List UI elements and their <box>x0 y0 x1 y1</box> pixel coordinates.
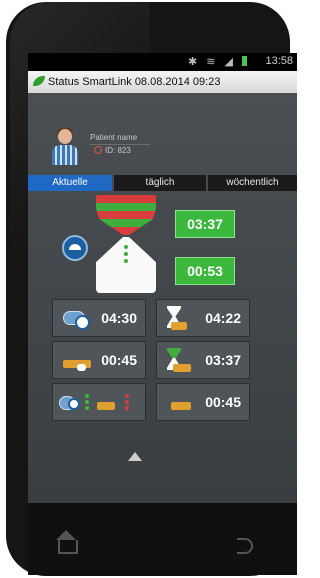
hourglass-graphic <box>96 195 156 293</box>
status-bar: ✱ ≋ ◢ 13:58 <box>28 53 297 71</box>
bed-icon <box>171 322 187 330</box>
tile-bed-cup[interactable]: 00:45 <box>52 341 146 379</box>
tab-bar: Aktuelle täglich wöchentlich <box>28 175 297 191</box>
status-dot-green <box>85 406 89 410</box>
scroll-up-arrow-icon[interactable] <box>128 452 142 461</box>
bed-icon <box>173 364 191 372</box>
bed-icon <box>97 402 115 410</box>
status-dot-green <box>85 400 89 404</box>
app-leaf-icon <box>33 76 45 86</box>
tab-taeglich[interactable]: täglich <box>114 175 206 191</box>
tile-value: 00:45 <box>101 352 137 368</box>
profile-section: Patient name ID: 823 <box>28 121 297 171</box>
status-dot-green <box>85 394 89 398</box>
tile-hourglass-bed-green[interactable]: 03:37 <box>156 341 250 379</box>
tile-value: 00:45 <box>205 394 241 410</box>
tab-woechentlich[interactable]: wöchentlich <box>208 175 297 191</box>
screen: ✱ ≋ ◢ 13:58 Status SmartLink 08.08.2014 … <box>28 53 297 503</box>
status-icons: ✱ ≋ ◢ <box>188 55 247 68</box>
tile-status-summary[interactable] <box>52 383 146 421</box>
tile-hourglass-bed[interactable]: 04:22 <box>156 299 250 337</box>
pump-icon[interactable] <box>62 235 88 261</box>
profile-id-text: ID: 823 <box>105 146 131 155</box>
warning-ring-icon <box>94 146 102 154</box>
avatar <box>50 128 80 165</box>
status-dot-red <box>125 406 129 410</box>
tile-value: 04:22 <box>205 310 241 326</box>
back-icon[interactable] <box>237 538 253 554</box>
tile-pump-clock[interactable]: 04:30 <box>52 299 146 337</box>
bed-icon <box>171 402 191 410</box>
title-text: Status SmartLink 08.08.2014 09:23 <box>48 76 221 88</box>
profile-name: Patient name <box>90 133 138 142</box>
profile-id: ID: 823 <box>94 146 131 155</box>
tile-bed[interactable]: 00:45 <box>156 383 250 421</box>
timer-top-button[interactable]: 03:37 <box>175 210 235 238</box>
title-bar: Status SmartLink 08.08.2014 09:23 <box>28 71 297 93</box>
tile-value: 04:30 <box>101 310 137 326</box>
timer-bottom-button[interactable]: 00:53 <box>175 257 235 285</box>
content-area: Patient name ID: 823 Aktuelle täglich wö… <box>28 93 297 503</box>
status-dot-red <box>125 400 129 404</box>
tab-aktuelle[interactable]: Aktuelle <box>28 175 112 191</box>
clock-icon <box>75 315 90 330</box>
status-time: 13:58 <box>265 55 293 67</box>
tile-value: 03:37 <box>205 352 241 368</box>
battery-icon <box>242 56 247 66</box>
cup-icon <box>77 364 86 371</box>
status-dot-red <box>125 394 129 398</box>
clock-icon <box>68 398 80 410</box>
profile-divider <box>90 144 150 145</box>
home-icon-roof <box>56 530 76 540</box>
home-icon[interactable] <box>58 540 78 554</box>
